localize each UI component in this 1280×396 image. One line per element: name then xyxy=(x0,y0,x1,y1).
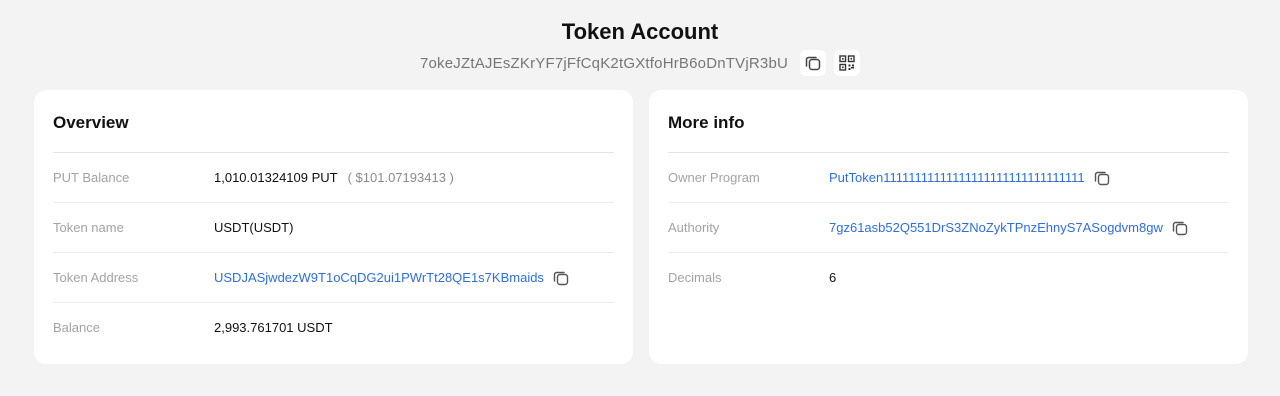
token-address-row: Token Address USDJASjwdezW9T1oCqDG2ui1PW… xyxy=(53,253,614,303)
balance-value: 2,993.761701 USDT xyxy=(214,320,333,335)
more-info-card: More info Owner Program PutToken11111111… xyxy=(649,90,1248,364)
overview-card: Overview PUT Balance 1,010.01324109 PUT … xyxy=(34,90,633,364)
account-address: 7okeJZtAJEsZKrYF7jFfCqK2tGXtfoHrB6oDnTVj… xyxy=(419,54,789,72)
copy-icon xyxy=(1094,171,1109,185)
copy-authority-button[interactable] xyxy=(1171,219,1189,237)
token-address-value-wrap: USDJASjwdezW9T1oCqDG2ui1PWrTt28QE1s7KBma… xyxy=(214,269,570,287)
balance-label: Balance xyxy=(53,320,100,335)
page-title: Token Account xyxy=(561,19,719,44)
owner-program-value-wrap: PutToken11111111111111111111111111111111 xyxy=(829,169,1111,187)
put-balance-row: PUT Balance 1,010.01324109 PUT ( $101.07… xyxy=(53,153,614,203)
copy-icon xyxy=(553,271,569,285)
owner-program-label: Owner Program xyxy=(668,170,760,185)
page-header: Token Account 7okeJZtAJEsZKrYF7jFfCqK2tG… xyxy=(0,18,1280,76)
authority-label: Authority xyxy=(668,220,720,235)
owner-program-link[interactable]: PutToken11111111111111111111111111111111 xyxy=(829,170,1085,185)
put-balance-value-wrap: 1,010.01324109 PUT ( $101.07193413 ) xyxy=(214,170,454,185)
token-name-label: Token name xyxy=(53,220,124,235)
page: Token Account 7okeJZtAJEsZKrYF7jFfCqK2tG… xyxy=(0,0,1280,396)
decimals-value: 6 xyxy=(829,270,837,285)
overview-title: Overview xyxy=(53,90,614,153)
copy-token-address-button[interactable] xyxy=(552,269,570,287)
copy-icon xyxy=(1172,221,1188,235)
copy-address-button[interactable] xyxy=(800,50,827,76)
copy-owner-program-button[interactable] xyxy=(1093,169,1111,187)
token-address-link[interactable]: USDJASjwdezW9T1oCqDG2ui1PWrTt28QE1s7KBma… xyxy=(214,270,544,285)
qr-code-icon xyxy=(839,55,855,71)
account-address-row: 7okeJZtAJEsZKrYF7jFfCqK2tGXtfoHrB6oDnTVj… xyxy=(0,50,1280,76)
decimals-label: Decimals xyxy=(668,270,722,285)
copy-icon xyxy=(805,56,821,71)
authority-row: Authority 7gz61asb52Q551DrS3ZNoZykTPnzEh… xyxy=(668,203,1229,253)
put-balance-value: 1,010.01324109 PUT xyxy=(214,170,338,185)
put-balance-label: PUT Balance xyxy=(53,170,130,185)
token-name-value: USDT(USDT) xyxy=(214,220,294,235)
owner-program-row: Owner Program PutToken111111111111111111… xyxy=(668,153,1229,203)
qr-code-button[interactable] xyxy=(834,50,861,76)
put-balance-usd: ( $101.07193413 ) xyxy=(347,170,454,185)
authority-link[interactable]: 7gz61asb52Q551DrS3ZNoZykTPnzEhnyS7ASogdv… xyxy=(829,220,1163,235)
balance-row: Balance 2,993.761701 USDT xyxy=(53,303,614,352)
authority-value-wrap: 7gz61asb52Q551DrS3ZNoZykTPnzEhnyS7ASogdv… xyxy=(829,219,1189,237)
more-info-title: More info xyxy=(668,90,1229,153)
token-name-row: Token name USDT(USDT) xyxy=(53,203,614,253)
token-address-label: Token Address xyxy=(53,270,139,285)
decimals-row: Decimals 6 xyxy=(668,253,1229,302)
